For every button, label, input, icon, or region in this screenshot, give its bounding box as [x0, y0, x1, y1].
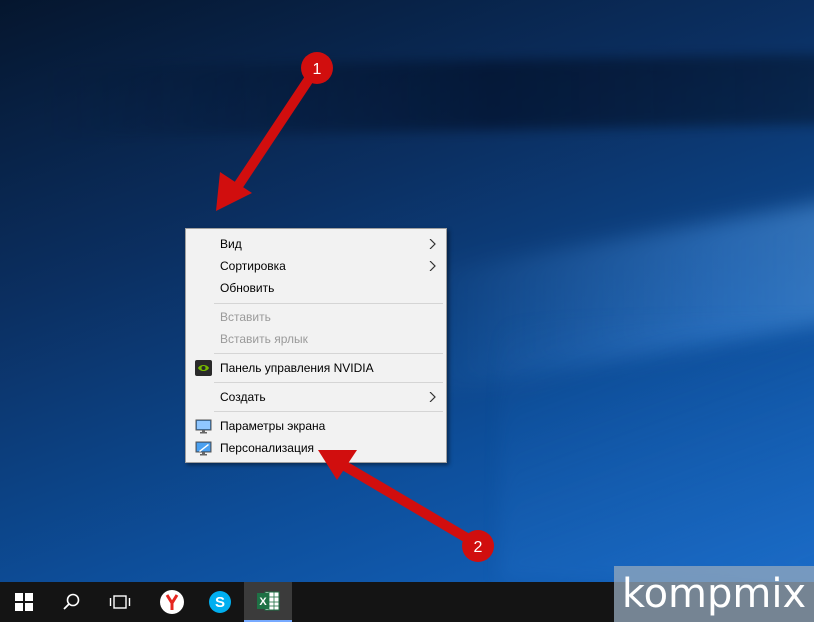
- desktop-context-menu: Вид Сортировка Обновить Вставить Вставит…: [185, 228, 447, 463]
- taskbar-excel[interactable]: X: [244, 582, 292, 622]
- svg-text:X: X: [259, 596, 267, 608]
- menu-separator: [214, 411, 443, 412]
- menu-item-view[interactable]: Вид: [186, 233, 446, 255]
- menu-item-paste-shortcut: Вставить ярлык: [186, 328, 446, 350]
- menu-item-label: Обновить: [220, 281, 275, 295]
- nvidia-icon: [195, 360, 212, 376]
- skype-icon: S: [209, 591, 231, 613]
- menu-item-label: Параметры экрана: [220, 419, 326, 433]
- menu-item-paste: Вставить: [186, 306, 446, 328]
- menu-item-label: Сортировка: [220, 259, 286, 273]
- chevron-right-icon: [429, 261, 436, 271]
- display-settings-icon: [195, 419, 212, 434]
- menu-item-refresh[interactable]: Обновить: [186, 277, 446, 299]
- yandex-browser-icon: [160, 590, 184, 614]
- menu-item-label: Персонализация: [220, 441, 315, 455]
- menu-item-nvidia-control-panel[interactable]: Панель управления NVIDIA: [186, 357, 446, 379]
- chevron-right-icon: [429, 392, 436, 402]
- menu-item-label: Вставить ярлык: [220, 332, 308, 346]
- taskbar-skype[interactable]: S: [196, 582, 244, 622]
- menu-item-new[interactable]: Создать: [186, 386, 446, 408]
- menu-item-label: Вид: [220, 237, 242, 251]
- menu-separator: [214, 382, 443, 383]
- menu-item-personalization[interactable]: Персонализация: [186, 437, 446, 459]
- watermark-text: kompmix: [621, 571, 807, 617]
- menu-item-sort[interactable]: Сортировка: [186, 255, 446, 277]
- menu-separator: [214, 353, 443, 354]
- menu-item-display-settings[interactable]: Параметры экрана: [186, 415, 446, 437]
- start-button[interactable]: [0, 582, 48, 622]
- search-icon: [63, 593, 80, 610]
- watermark-logo: kompmix: [614, 566, 814, 622]
- task-view-icon: [109, 595, 131, 609]
- menu-item-label: Вставить: [220, 310, 271, 324]
- excel-icon: X: [257, 591, 280, 611]
- menu-item-label: Панель управления NVIDIA: [220, 361, 374, 375]
- personalization-icon: [195, 441, 212, 456]
- task-view-button[interactable]: [96, 582, 144, 622]
- menu-item-label: Создать: [220, 390, 266, 404]
- chevron-right-icon: [429, 239, 436, 249]
- search-button[interactable]: [48, 582, 96, 622]
- menu-separator: [214, 303, 443, 304]
- svg-text:S: S: [215, 594, 225, 611]
- taskbar-yandex-browser[interactable]: [148, 582, 196, 622]
- windows-start-icon: [15, 593, 33, 611]
